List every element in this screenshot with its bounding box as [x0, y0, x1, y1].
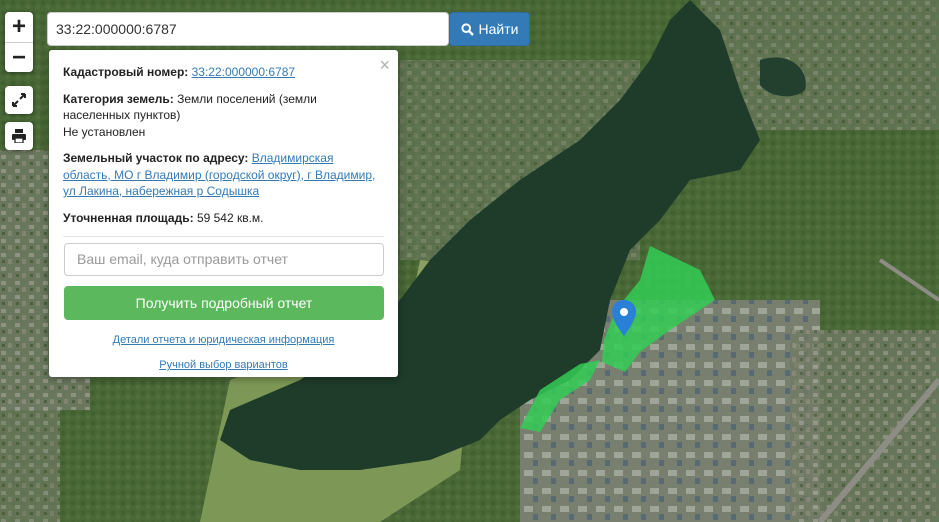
manual-selection-link[interactable]: Ручной выбор вариантов	[159, 359, 287, 371]
search-icon	[460, 22, 474, 36]
search-button[interactable]: Найти	[449, 12, 530, 46]
land-use-value: Не установлен	[63, 124, 146, 139]
area-value: 59 542 кв.м.	[196, 210, 264, 225]
parcel-info-popup: × Кадастровый номер: 33:22:000000:6787 К…	[49, 50, 398, 377]
zoom-in-button[interactable]: +	[5, 12, 33, 43]
cadastral-search-input[interactable]	[47, 12, 449, 46]
details-link-row: Детали отчета и юридическая информация	[63, 334, 384, 346]
address-label: Земельный участок по адресу:	[63, 151, 249, 165]
search-button-label: Найти	[478, 21, 519, 37]
divider	[63, 236, 384, 237]
area-row: Уточненная площадь: 59 542 кв.м.	[63, 210, 384, 227]
fullscreen-icon	[12, 93, 26, 107]
cadastral-number-row: Кадастровый номер: 33:22:000000:6787	[63, 64, 384, 81]
land-category-label: Категория земель:	[63, 91, 174, 106]
area-label: Уточненная площадь:	[63, 210, 194, 225]
land-category-value-cont: населенных пунктов)	[63, 108, 181, 122]
manual-link-row: Ручной выбор вариантов	[63, 359, 384, 371]
address-row: Земельный участок по адресу: Владимирска…	[63, 150, 384, 200]
print-button[interactable]	[5, 122, 33, 150]
land-category-row: Категория земель: Земли поселений (земли…	[63, 91, 384, 141]
get-report-button[interactable]: Получить подробный отчет	[64, 286, 384, 320]
address-link-end[interactable]: ул Лакина, набережная р Содышка	[63, 184, 259, 198]
zoom-control: + −	[5, 12, 33, 72]
address-link-cont[interactable]: область, МО г Владимир (городской округ)…	[63, 168, 375, 182]
close-icon[interactable]: ×	[379, 55, 390, 76]
land-category-value: Земли поселений (земли	[177, 91, 317, 106]
zoom-out-button[interactable]: −	[5, 43, 33, 73]
email-field[interactable]: Ваш email, куда отправить отчет	[64, 243, 384, 276]
printer-icon	[12, 129, 26, 143]
fullscreen-button[interactable]	[5, 86, 33, 114]
report-details-link[interactable]: Детали отчета и юридическая информация	[113, 334, 335, 346]
cadastral-number-label: Кадастровый номер:	[63, 65, 189, 79]
cadastral-number-link[interactable]: 33:22:000000:6787	[192, 65, 295, 79]
address-link[interactable]: Владимирская	[252, 151, 334, 165]
